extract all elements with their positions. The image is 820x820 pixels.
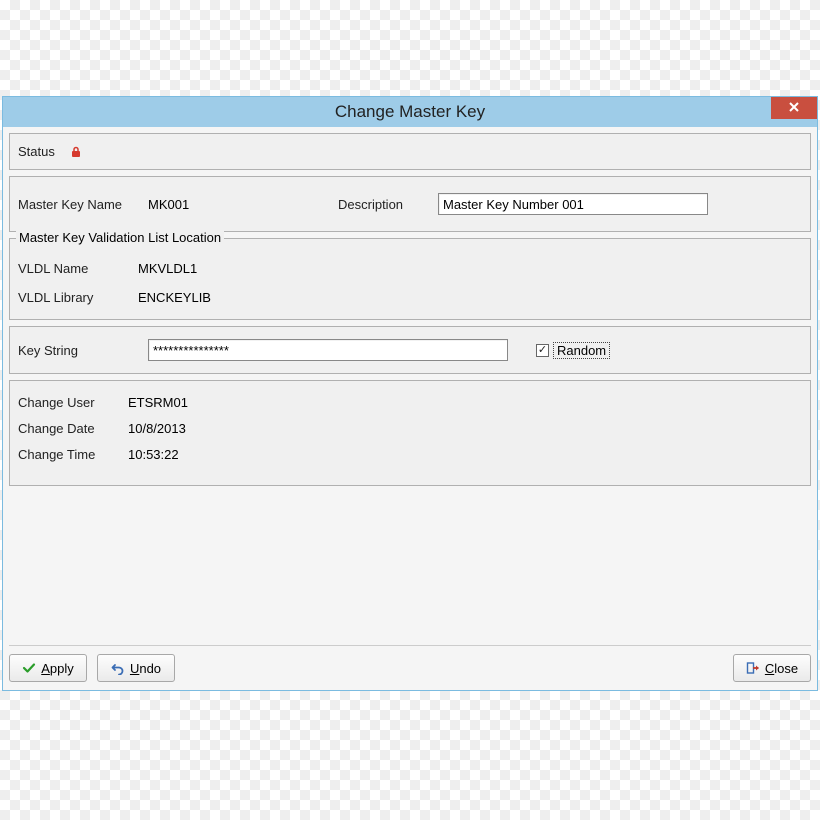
change-user-label: Change User [18, 395, 118, 410]
description-input[interactable] [438, 193, 708, 215]
random-checkbox[interactable]: ✓ [536, 344, 549, 357]
change-time-label: Change Time [18, 447, 118, 462]
undo-icon [111, 661, 125, 675]
dialog-window: Change Master Key Status Maste [2, 96, 818, 691]
button-bar: Apply Undo Close [9, 645, 811, 682]
change-date-value: 10/8/2013 [128, 421, 186, 436]
vldl-library-label: VLDL Library [18, 290, 138, 305]
close-button[interactable]: Close [733, 654, 811, 682]
keystring-panel: Key String ✓ Random [9, 326, 811, 374]
close-icon [788, 100, 800, 116]
change-info-panel: Change User ETSRM01 Change Date 10/8/201… [9, 380, 811, 486]
change-user-value: ETSRM01 [128, 395, 188, 410]
keystring-input[interactable] [148, 339, 508, 361]
random-checkbox-label[interactable]: Random [553, 342, 610, 359]
change-date-label: Change Date [18, 421, 118, 436]
close-button-label: Close [765, 661, 798, 676]
undo-button-label: Undo [130, 661, 161, 676]
content-area: Status Master Key Name MK001 Description… [3, 127, 817, 498]
description-label: Description [338, 197, 428, 212]
vldl-library-value: ENCKEYLIB [138, 290, 211, 305]
change-time-value: 10:53:22 [128, 447, 179, 462]
status-panel: Status [9, 133, 811, 170]
master-key-name-value: MK001 [148, 197, 318, 212]
vldl-legend: Master Key Validation List Location [16, 230, 224, 245]
vldl-name-value: MKVLDL1 [138, 261, 197, 276]
check-icon [22, 661, 36, 675]
window-title: Change Master Key [335, 102, 485, 122]
titlebar: Change Master Key [3, 97, 817, 127]
undo-button[interactable]: Undo [97, 654, 175, 682]
vldl-fieldset: Master Key Validation List Location VLDL… [9, 238, 811, 320]
window-close-button[interactable] [771, 97, 817, 119]
apply-button[interactable]: Apply [9, 654, 87, 682]
lock-icon [69, 145, 83, 159]
apply-button-label: Apply [41, 661, 74, 676]
exit-icon [746, 661, 760, 675]
master-key-name-label: Master Key Name [18, 197, 138, 212]
vldl-name-label: VLDL Name [18, 261, 138, 276]
master-key-panel: Master Key Name MK001 Description [9, 176, 811, 232]
keystring-label: Key String [18, 343, 138, 358]
status-label: Status [18, 144, 55, 159]
